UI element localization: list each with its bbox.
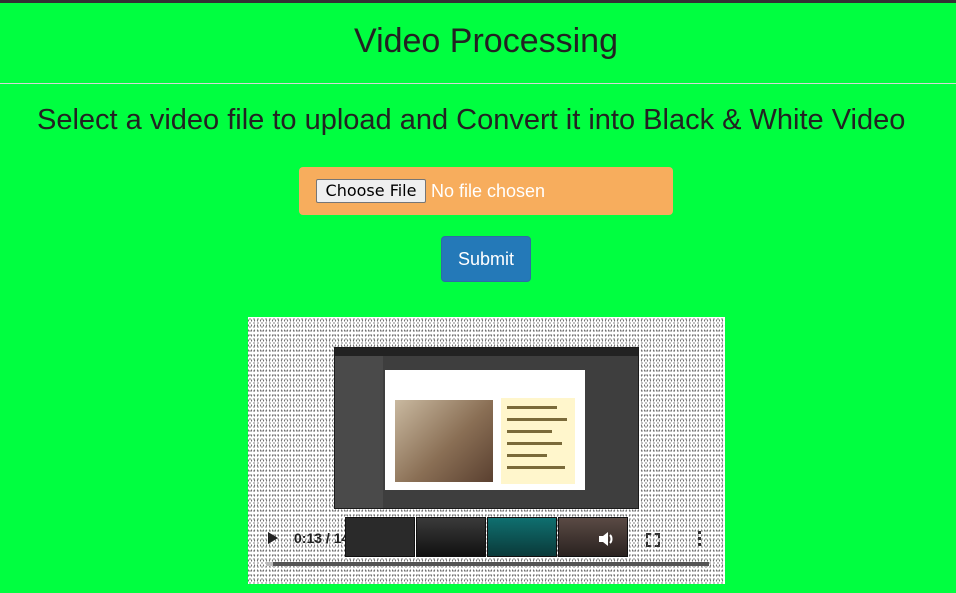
file-upload-box: Choose File No file chosen — [299, 167, 673, 215]
text-block-image — [501, 398, 575, 484]
document-image — [385, 370, 585, 490]
fullscreen-icon[interactable] — [646, 533, 660, 547]
video-thumbnail — [558, 517, 628, 557]
page-title: Video Processing — [354, 22, 618, 60]
video-thumbnail — [416, 517, 486, 557]
volume-icon[interactable] — [598, 531, 614, 547]
more-options-icon[interactable] — [698, 531, 701, 547]
upload-instructions: Select a video file to upload and Conver… — [37, 104, 906, 136]
progress-bar-fill — [266, 562, 273, 566]
progress-bar[interactable] — [266, 562, 709, 566]
video-thumbnail — [345, 517, 415, 557]
video-thumbnail — [487, 517, 557, 557]
submit-button[interactable]: Submit — [441, 236, 531, 282]
photo-image — [395, 400, 493, 482]
file-status-text: No file chosen — [431, 181, 546, 201]
video-frame-content — [334, 347, 639, 509]
video-controls: 0:13 / 14:36 — [248, 517, 725, 559]
choose-file-button[interactable]: Choose File — [316, 179, 426, 203]
play-icon[interactable] — [268, 532, 278, 544]
video-player[interactable]: 0:13 / 14:36 — [248, 317, 725, 584]
header-divider — [0, 83, 956, 84]
top-border — [0, 0, 956, 3]
